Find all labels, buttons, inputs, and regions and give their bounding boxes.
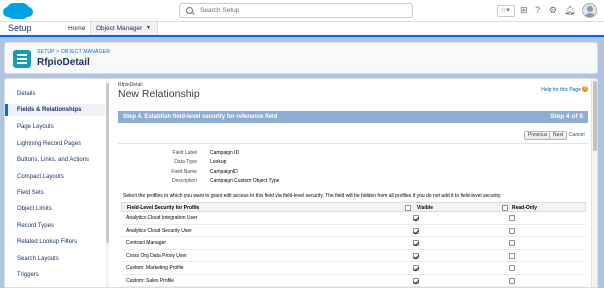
favorites-star-icon[interactable]: ☆▾ [497, 5, 515, 17]
tab-object-manager-label: Object Manager [96, 25, 143, 32]
table-row: Analytics Cloud Integration User [121, 212, 586, 225]
table-header: Field-Level Security for Profile Visible… [121, 202, 586, 212]
sidebar-item-fields-relationships[interactable]: Fields & Relationships [5, 104, 105, 116]
detail-label: Field Label [172, 150, 197, 156]
detail-value: CampaignID [210, 169, 238, 175]
notifications-icon[interactable]: 🔔︎ [564, 4, 575, 16]
app-name: Setup [8, 23, 32, 33]
table-row: Custom: Marketing Profile [121, 262, 586, 275]
detail-label: Field Name [171, 169, 197, 175]
search-icon [186, 7, 193, 14]
gear-icon[interactable]: ⚙ [549, 4, 557, 16]
sidebar-item-compact-layouts[interactable]: Compact Layouts [5, 171, 105, 183]
visible-checkbox[interactable] [413, 277, 419, 284]
sidebar-item-field-sets[interactable]: Field Sets [5, 187, 105, 199]
readonly-checkbox[interactable] [509, 277, 515, 284]
breadcrumb: SETUP > OBJECT MANAGER [37, 49, 110, 55]
chevron-down-icon[interactable]: ▼ [146, 22, 151, 35]
visible-checkbox[interactable] [413, 227, 419, 234]
breadcrumb-setup[interactable]: SETUP [37, 49, 55, 55]
sidebar-item-buttons-links-actions[interactable]: Buttons, Links, and Actions [5, 154, 105, 166]
tab-object-manager[interactable]: Object Manager ▼ [90, 22, 158, 35]
tab-home[interactable]: Home [63, 22, 90, 35]
sidebar-scrollbar[interactable] [106, 79, 109, 287]
detail-row: Data Type Lookup [115, 158, 415, 167]
content-area: RfpioDetail New Relationship Help for th… [115, 79, 591, 287]
detail-value: Campaign Custom Object Type [210, 178, 280, 184]
profile-name: Custom: Sales Profile [126, 277, 175, 284]
help-link[interactable]: Help for this Page [541, 87, 581, 93]
content-scrollbar[interactable] [591, 79, 597, 287]
select-all-readonly-checkbox[interactable] [502, 205, 508, 211]
readonly-checkbox[interactable] [509, 265, 515, 271]
profile-name: Analytics Cloud Security User [126, 227, 192, 234]
detail-value: Lookup [210, 159, 227, 165]
global-header: Search Setup ☆▾ ⊞ ? ⚙ 🔔︎ [0, 0, 604, 22]
page-title: RfpioDetail [37, 57, 90, 68]
divider [118, 143, 588, 144]
object-layers-icon [13, 50, 31, 68]
cancel-link[interactable]: Cancel [569, 132, 585, 138]
profile-name: Cross Org Data Proxy User [126, 252, 187, 259]
sidebar-item-related-lookup-filters[interactable]: Related Lookup Filters [5, 236, 105, 248]
detail-label: Data Type [174, 159, 197, 165]
detail-row: Field Name CampaignID [115, 168, 415, 177]
sidebar-item-details[interactable]: Details [5, 88, 105, 100]
visible-checkbox[interactable] [413, 252, 419, 259]
table-row: Cross Org Data Proxy User [121, 250, 586, 262]
sidebar-item-search-layouts[interactable]: Search Layouts [5, 253, 105, 265]
table-row: Custom: Sales Profile [121, 275, 586, 287]
sidebar-scroll-thumb[interactable] [106, 83, 109, 243]
main-panel: Details Fields & Relationships Page Layo… [4, 78, 598, 288]
plus-icon[interactable]: ⊞ [520, 4, 528, 16]
search-input[interactable]: Search Setup [179, 3, 413, 18]
step-header: Step 4. Establish field-level security f… [118, 111, 588, 123]
breadcrumb-object-manager[interactable]: OBJECT MANAGER [61, 49, 110, 55]
profile-name: Contract Manager [126, 240, 167, 246]
readonly-checkbox[interactable] [509, 240, 515, 246]
profile-name: Custom: Marketing Profile [126, 265, 184, 271]
help-icon[interactable]: ? [535, 4, 540, 16]
salesforce-logo[interactable] [3, 3, 33, 19]
instructions-text: Select the profiles to which you want to… [123, 193, 502, 199]
step-title: Step 4. Establish field-level security f… [123, 114, 278, 120]
select-all-visible-checkbox[interactable] [405, 205, 411, 211]
content-scroll-thumb[interactable] [593, 81, 597, 151]
readonly-checkbox[interactable] [509, 227, 515, 234]
profile-name: Analytics Cloud Integration User [126, 215, 198, 221]
detail-row: Description Campaign Custom Object Type [115, 177, 415, 186]
detail-row: Field Label Campaign ID [115, 149, 415, 158]
search-placeholder: Search Setup [200, 7, 240, 14]
detail-value: Campaign ID [210, 150, 240, 156]
table-row: Analytics Cloud Security User [121, 225, 586, 237]
sidebar-item-triggers[interactable]: Triggers [5, 269, 105, 281]
sidebar: Details Fields & Relationships Page Layo… [5, 79, 109, 287]
detail-label: Description [171, 178, 197, 184]
visible-checkbox[interactable] [413, 215, 419, 221]
step-number: Step 4 of 6 [550, 113, 583, 120]
sidebar-item-page-layouts[interactable]: Page Layouts [5, 121, 105, 133]
sidebar-item-lightning-record-pages[interactable]: Lightning Record Pages [5, 138, 105, 150]
visible-checkbox[interactable] [413, 240, 419, 246]
help-circle-icon[interactable]: ? [582, 86, 588, 92]
visible-checkbox[interactable] [413, 265, 419, 271]
table-row: Contract Manager [121, 237, 586, 250]
next-button[interactable]: Next [549, 131, 568, 140]
readonly-checkbox[interactable] [509, 215, 515, 221]
sidebar-item-record-types[interactable]: Record Types [5, 220, 105, 232]
avatar[interactable] [582, 3, 597, 18]
readonly-checkbox[interactable] [509, 252, 515, 259]
sidebar-item-object-limits[interactable]: Object Limits [5, 203, 105, 215]
page-header: SETUP > OBJECT MANAGER RfpioDetail [4, 42, 598, 74]
previous-button[interactable]: Previous [524, 131, 552, 140]
context-nav: Setup Home Object Manager ▼ [0, 22, 604, 37]
page-heading: New Relationship [118, 88, 200, 100]
